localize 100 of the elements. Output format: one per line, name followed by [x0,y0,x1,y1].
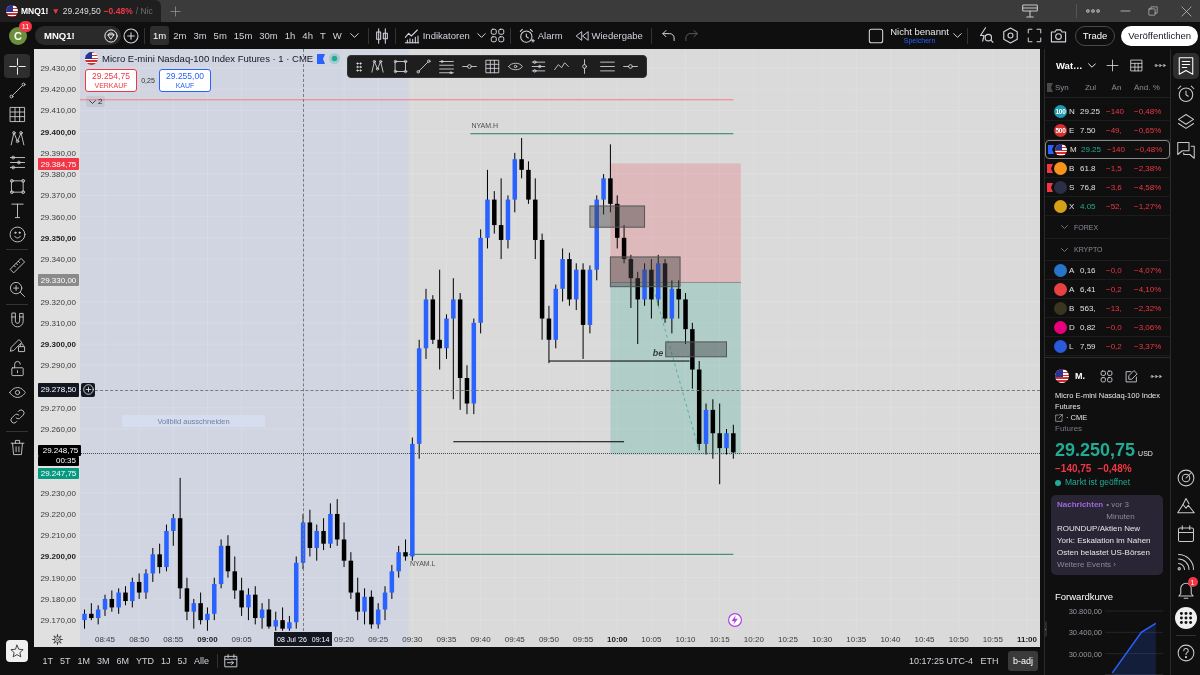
marker-flag-icon[interactable] [317,53,326,64]
zone-rectangle[interactable] [589,205,646,228]
price-label: 29.310,00 [40,318,76,328]
interval-tab[interactable]: 2m [170,26,190,45]
close-icon[interactable] [1181,5,1192,17]
watchlist-row[interactable]: S 76,8 −3,6 −4,58% [1045,178,1170,197]
interval-tab[interactable]: 5m [210,26,230,45]
replay-button[interactable]: Wiedergabe [571,25,646,46]
table-icon[interactable] [1129,58,1143,72]
trend-line-icon[interactable] [416,59,431,74]
column-header[interactable]: Zul [1078,82,1103,92]
caret-icon[interactable] [349,33,359,38]
percent-change: −1,27% [1133,201,1163,211]
more-icon[interactable] [1153,63,1166,67]
pattern-icon[interactable] [370,59,385,74]
camera-icon[interactable] [1049,27,1067,44]
column-header[interactable]: Änd. % [1130,82,1170,92]
watchlist-row[interactable]: B 563, −13, −2,32% [1045,299,1170,318]
caret-icon[interactable] [952,33,962,38]
lightning-icon[interactable] [728,613,743,627]
news-headline[interactable]: ROUNDUP/Aktien New York: Eskalation im Nahen Osten belastet US-Börsen [1057,523,1157,559]
interval-tab[interactable]: 30m [256,26,281,45]
grid-icon[interactable] [485,59,500,74]
horizontal-line[interactable] [453,441,625,443]
column-header[interactable]: Syn [1054,82,1078,92]
interval-tab[interactable]: 1m [150,26,170,45]
gear-icon[interactable] [52,634,63,645]
watchlist-row[interactable]: L 7,59 −0,2 −3,37% [1045,337,1170,356]
symbol-search-field[interactable]: MNQ1! [35,26,121,45]
zone-rectangle[interactable] [665,341,727,358]
caret-icon[interactable] [476,33,486,38]
interval-tab[interactable]: 4h [299,26,316,45]
watchlist-row[interactable]: A 6,41 −0,2 −4,10% [1045,280,1170,299]
range-button[interactable]: 3M [93,652,114,670]
interval-tab[interactable]: 3m [190,26,210,45]
column-header[interactable]: Än [1103,82,1130,92]
news-card[interactable]: Nachrichten • vor 3 Minuten ROUNDUP/Aktien New York: Eskalation im Nahen Osten belastet US-Börsen Weitere Events › [1051,495,1163,575]
range-button[interactable]: 5T [56,652,75,670]
rectangle-icon[interactable] [393,59,408,74]
fullscreen-icon[interactable] [1026,28,1042,43]
sidebar-button[interactable] [1172,53,1199,79]
time-label: 09:40 [470,635,491,644]
candlestick-icon[interactable] [373,27,390,44]
monitor-icon[interactable] [1022,3,1038,19]
interval-tab[interactable]: 1h [281,26,299,45]
indicator-toggle[interactable]: 2 [86,96,106,107]
interval-tab[interactable]: T [316,26,329,45]
range-button[interactable]: Alle [190,652,213,670]
price-scale[interactable] [34,49,80,647]
grid-icon[interactable] [489,28,505,43]
publish-button[interactable]: Veröffentlichen [1121,25,1198,46]
restore-icon[interactable] [1148,6,1158,16]
more-icon[interactable] [1150,374,1162,378]
session-button[interactable]: ETH [977,652,1002,670]
zone-rectangle[interactable] [609,256,681,288]
range-button[interactable]: 1T [39,652,57,670]
square-icon[interactable] [868,27,885,44]
watchlist-row[interactable]: B 61.8 −1,5 −2,38% [1045,159,1170,178]
interval-tab[interactable]: W [329,26,345,45]
tool-button[interactable] [4,54,30,78]
external-link-icon[interactable] [1055,413,1063,422]
range-button[interactable]: 5J [174,652,191,670]
settings-icon[interactable] [1001,27,1019,44]
range-button[interactable]: YTD [132,652,158,670]
chart-panel[interactable] [34,49,1040,647]
price-zone[interactable] [610,163,741,283]
watchlist-title-button[interactable]: Wat… [1056,59,1096,71]
adjustment-button[interactable]: b-adj [1008,651,1038,671]
time-label: 10:45 [914,635,935,644]
more-events-link[interactable]: Weitere Events › [1057,559,1157,571]
drag-handle-icon[interactable] [356,60,362,73]
range-button[interactable]: 6M [113,652,133,670]
watchlist-row[interactable]: A 0,16 −0,0 −4,07% [1045,261,1170,280]
indicators-button[interactable]: Indikatoren [400,25,473,46]
lines-icon[interactable] [600,59,615,74]
percent-change: −3,06% [1133,322,1163,332]
undo-icon[interactable] [660,28,676,43]
interval-tab[interactable]: 15m [230,26,256,45]
drawing-label: be [652,347,664,358]
parallel-lines-icon[interactable] [531,59,546,74]
star-button[interactable] [6,640,28,662]
plus-circle-icon[interactable] [123,27,139,44]
apps-button[interactable] [1172,605,1199,631]
browser-tab[interactable]: MNQ1! ▼ 29.249,50 −0.48% / Nic [0,0,161,22]
time-label: 09:30 [402,635,423,644]
plus-icon[interactable] [1105,58,1119,72]
calendar-arrow-icon[interactable] [223,654,238,668]
range-button[interactable]: 1J [157,652,175,670]
fib-lines-icon[interactable] [439,59,454,74]
star-icon [10,644,24,658]
range-button[interactable]: 1M [74,652,94,670]
news-age: • vor 3 Minuten [1106,499,1136,523]
watchlist-row[interactable]: M 29.25 −140 −0,48% [1045,140,1170,159]
price-zone[interactable] [610,282,741,455]
grid-icon[interactable] [1100,369,1113,383]
edit-icon[interactable] [1125,369,1138,383]
alert-button[interactable]: Alarm [515,25,566,46]
watchlist-row[interactable]: X 4.05 −52, −1,27% [1045,197,1170,216]
watchlist-row[interactable]: D 0,82 −0,0 −3,06% [1045,318,1170,337]
more-icon[interactable] [1086,9,1100,13]
